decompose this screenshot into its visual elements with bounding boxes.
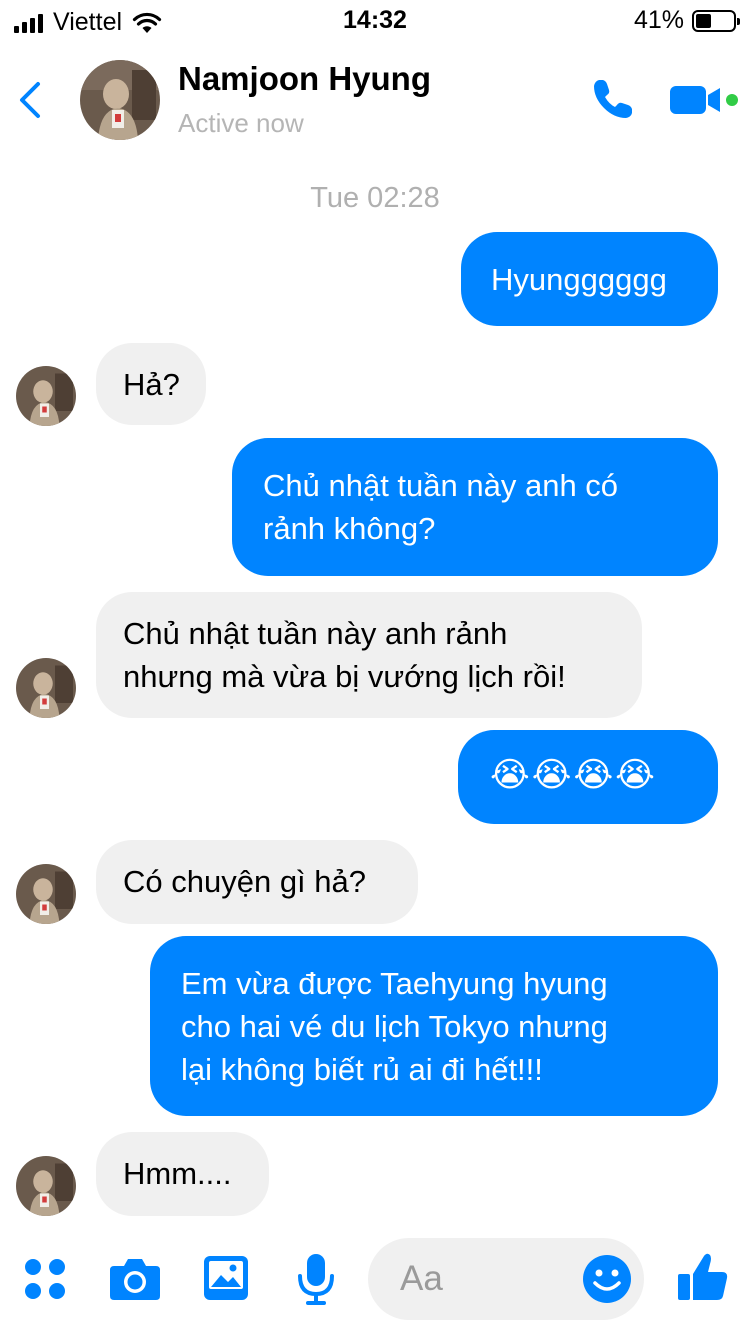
contact-name[interactable]: Namjoon Hyung	[178, 60, 431, 98]
message-text: lại không biết rủ ai đi hết!!!	[181, 1052, 543, 1087]
emoji-icon[interactable]	[582, 1254, 632, 1304]
contact-avatar-small[interactable]	[16, 658, 76, 718]
chat-header: Namjoon Hyung Active now	[0, 40, 750, 160]
message-bubble-outgoing[interactable]: 😭😭😭😭	[458, 730, 718, 824]
message-text: Hyungggggg	[491, 262, 667, 297]
message-text: Có chuyện gì hả?	[123, 864, 367, 899]
message-timestamp: Tue 02:28	[310, 182, 440, 214]
contact-avatar-small[interactable]	[16, 1156, 76, 1216]
message-composer	[0, 1238, 750, 1334]
apps-grid-icon[interactable]	[22, 1256, 68, 1302]
message-bubble-incoming[interactable]: Hả?	[96, 343, 206, 425]
message-text: Hmm....	[123, 1156, 232, 1191]
thumbs-up-icon[interactable]	[676, 1250, 730, 1304]
message-input[interactable]	[400, 1256, 580, 1302]
message-bubble-incoming[interactable]: Chủ nhật tuần này anh rảnh nhưng mà vừa …	[96, 592, 642, 718]
message-text: 😭😭😭😭	[490, 756, 657, 794]
contact-avatar-small[interactable]	[16, 366, 76, 426]
image-icon[interactable]	[202, 1254, 250, 1302]
video-camera-icon	[670, 86, 738, 114]
contact-avatar-small[interactable]	[16, 864, 76, 924]
phone-icon[interactable]	[590, 76, 636, 122]
message-bubble-outgoing[interactable]: Chủ nhật tuần này anh có rảnh không?	[232, 438, 718, 576]
battery-icon	[692, 9, 740, 32]
message-bubble-incoming[interactable]: Có chuyện gì hả?	[96, 840, 418, 924]
message-text: Chủ nhật tuần này anh rảnh	[123, 616, 508, 651]
message-text: Chủ nhật tuần này anh có	[263, 468, 619, 503]
message-bubble-outgoing[interactable]: Em vừa được Taehyung hyung cho hai vé du…	[150, 936, 718, 1116]
video-call-button[interactable]	[668, 82, 740, 118]
back-icon[interactable]	[14, 78, 48, 122]
message-input-container[interactable]	[368, 1238, 644, 1320]
microphone-icon[interactable]	[296, 1252, 336, 1306]
status-bar: Viettel 14:32 41%	[0, 0, 750, 40]
message-bubble-incoming[interactable]: Hmm....	[96, 1132, 269, 1216]
battery-percent: 41%	[633, 6, 684, 34]
message-text: Em vừa được Taehyung hyung	[181, 966, 608, 1001]
message-text: rảnh không?	[263, 511, 436, 546]
message-text: cho hai vé du lịch Tokyo nhưng	[181, 1009, 608, 1044]
message-text: nhưng mà vừa bị vướng lịch rồi!	[123, 659, 566, 694]
contact-avatar[interactable]	[80, 60, 160, 140]
online-dot	[726, 94, 738, 106]
message-text: Hả?	[123, 367, 180, 402]
active-status: Active now	[178, 108, 304, 138]
message-bubble-outgoing[interactable]: Hyungggggg	[461, 232, 718, 326]
camera-icon[interactable]	[108, 1256, 162, 1302]
